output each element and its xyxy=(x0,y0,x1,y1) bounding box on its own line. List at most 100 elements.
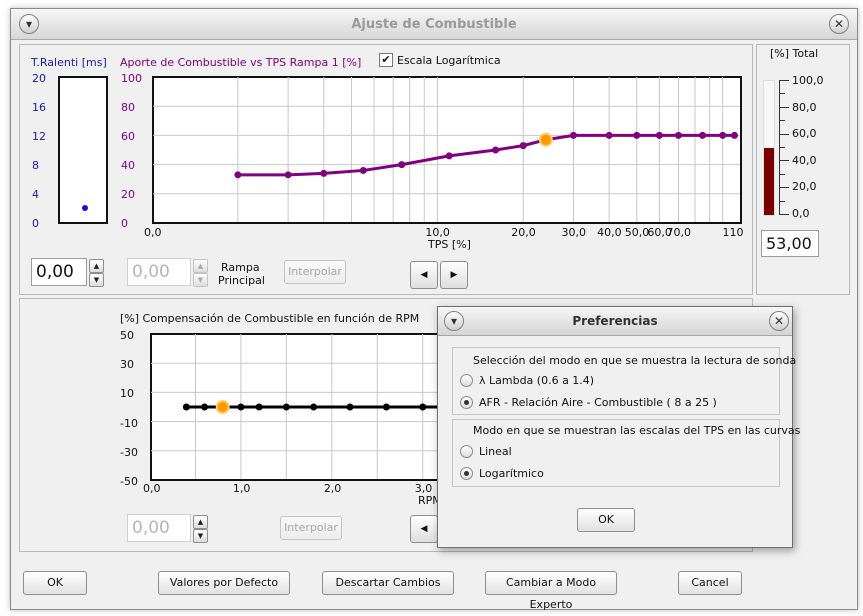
ralenti-tick-label: 16 xyxy=(32,101,46,114)
chevron-left-icon: ◀ xyxy=(420,524,428,534)
ralenti-title: T.Ralenti [ms] xyxy=(31,56,107,69)
aporte-spin-down[interactable]: ▼ xyxy=(89,273,104,287)
comp-data-point[interactable] xyxy=(310,403,318,411)
aporte-value-input[interactable]: 0,00 xyxy=(31,258,87,286)
ralenti-tick-label: 0 xyxy=(32,217,39,230)
prev-point-button[interactable]: ◀ xyxy=(410,261,438,289)
comp-data-point[interactable] xyxy=(182,403,190,411)
comp-x-tick-label: 2,0 xyxy=(323,482,342,495)
aporte-data-point[interactable] xyxy=(445,152,453,160)
comp-title: [%] Compensación de Combustible en funci… xyxy=(120,312,420,325)
comp-data-point[interactable] xyxy=(237,403,245,411)
sonda-group-title: Selección del modo en que se muestra la … xyxy=(473,354,797,367)
total-tick-mark xyxy=(779,93,785,95)
comp-interpolar-button[interactable]: Interpolar xyxy=(280,516,342,540)
afr-radio[interactable] xyxy=(460,396,473,409)
aporte-x-tick-label: 110 xyxy=(722,226,744,239)
total-tick-mark xyxy=(779,80,789,81)
pref-title: Preferencias xyxy=(572,314,658,328)
comp-x-tick-label: 1,0 xyxy=(232,482,251,495)
total-tick-label: 40,0 xyxy=(792,153,817,167)
total-tick-label: 20,0 xyxy=(792,180,817,194)
close-icon[interactable]: ✕ xyxy=(769,311,789,331)
interpolar-button[interactable]: Interpolar xyxy=(284,260,346,284)
lineal-radio[interactable] xyxy=(460,445,473,458)
aporte-y-tick-label: 20 xyxy=(121,188,135,201)
aporte-data-point[interactable] xyxy=(569,131,577,139)
tps-scale-group: Modo en que se muestran las escalas del … xyxy=(452,419,800,487)
total-value: 53,00 xyxy=(761,230,819,257)
ralenti-tick-label: 20 xyxy=(32,72,46,85)
comp-spin-up[interactable]: ▲ xyxy=(193,515,208,529)
aporte-x-tick-label: 20,0 xyxy=(511,226,536,239)
aporte-data-point[interactable] xyxy=(492,146,500,154)
aporte-spin-up[interactable]: ▲ xyxy=(89,259,104,273)
comp-selected-point[interactable] xyxy=(215,400,230,414)
total-tick-mark xyxy=(779,160,789,162)
comp-data-point[interactable] xyxy=(346,403,354,411)
aporte-data-point[interactable] xyxy=(234,171,242,179)
comp-spin-down[interactable]: ▼ xyxy=(193,529,208,543)
aporte-y-tick-label: 60 xyxy=(121,130,135,143)
aporte-data-point[interactable] xyxy=(730,131,738,139)
aporte-data-point[interactable] xyxy=(519,142,527,150)
lineal-label: Lineal xyxy=(479,445,512,458)
aporte-selected-point[interactable] xyxy=(538,132,553,147)
afr-label: AFR - Relación Aire - Combustible ( 8 a … xyxy=(479,396,717,409)
comp-chart[interactable] xyxy=(150,333,450,481)
aporte-data-point[interactable] xyxy=(398,161,406,169)
total-tick-mark xyxy=(779,106,789,108)
log-radio[interactable] xyxy=(460,467,473,480)
aporte-data-point[interactable] xyxy=(633,131,641,139)
discard-button[interactable]: Descartar Cambios xyxy=(322,571,454,595)
aporte-plot-area xyxy=(152,76,742,224)
total-tick-mark xyxy=(779,214,789,215)
rampa-spin-down[interactable]: ▼ xyxy=(193,273,208,287)
total-tick-label: 60,0 xyxy=(792,127,817,141)
rampa-spin-up[interactable]: ▲ xyxy=(193,259,208,273)
aporte-chart[interactable] xyxy=(152,76,742,224)
aporte-data-point[interactable] xyxy=(605,131,613,139)
log-scale-checkbox[interactable]: ✔ xyxy=(379,53,393,67)
pref-title-bar: ▾ Preferencias ✕ xyxy=(438,307,792,336)
aporte-data-point[interactable] xyxy=(359,166,367,174)
aporte-data-point[interactable] xyxy=(674,131,682,139)
sonda-group: Selección del modo en que se muestra la … xyxy=(452,347,796,415)
ralenti-tick-label: 12 xyxy=(32,130,46,143)
next-point-button[interactable]: ▶ xyxy=(440,261,468,289)
total-bar-fill xyxy=(764,148,774,215)
aporte-x-tick-label: 40,0 xyxy=(597,226,622,239)
comp-data-point[interactable] xyxy=(255,403,263,411)
lambda-radio[interactable] xyxy=(460,374,473,387)
ralenti-marker xyxy=(82,205,88,212)
comp-y-tick-label: 10 xyxy=(120,387,134,401)
checkmark-icon: ✔ xyxy=(381,53,391,66)
aporte-data-point[interactable] xyxy=(320,169,328,177)
comp-data-point[interactable] xyxy=(282,403,290,411)
comp-data-point[interactable] xyxy=(419,403,427,411)
cancel-button[interactable]: Cancel xyxy=(678,571,742,595)
chevron-left-icon: ◀ xyxy=(420,270,428,280)
aporte-data-point[interactable] xyxy=(655,131,663,139)
comp-value-input[interactable]: 0,00 xyxy=(127,514,191,542)
aporte-x-tick-label: 30,0 xyxy=(561,226,586,239)
expert-mode-button[interactable]: Cambiar a Modo Experto xyxy=(485,571,617,611)
preferencias-dialog: ▾ Preferencias ✕ Selección del modo en q… xyxy=(437,306,800,548)
ralenti-tick-label: 8 xyxy=(32,159,39,172)
close-icon[interactable]: ✕ xyxy=(829,14,849,34)
pref-ok-button[interactable]: OK xyxy=(577,508,635,532)
aporte-x-tick-label: 70,0 xyxy=(666,226,691,239)
rampa-label-2: Principal xyxy=(218,274,265,287)
ok-button[interactable]: OK xyxy=(23,571,87,595)
aporte-x-tick-label: 50,0 xyxy=(624,226,650,239)
ralenti-gauge xyxy=(58,76,108,224)
rampa-value-input[interactable]: 0,00 xyxy=(127,258,191,286)
comp-data-point[interactable] xyxy=(201,403,209,411)
aporte-data-point[interactable] xyxy=(719,131,727,139)
aporte-data-point[interactable] xyxy=(284,171,292,179)
comp-data-point[interactable] xyxy=(382,403,390,411)
defaults-button[interactable]: Valores por Defecto xyxy=(158,571,290,595)
comp-prev-button[interactable]: ◀ xyxy=(410,515,438,543)
aporte-data-point[interactable] xyxy=(699,131,707,139)
total-bar xyxy=(763,80,775,216)
